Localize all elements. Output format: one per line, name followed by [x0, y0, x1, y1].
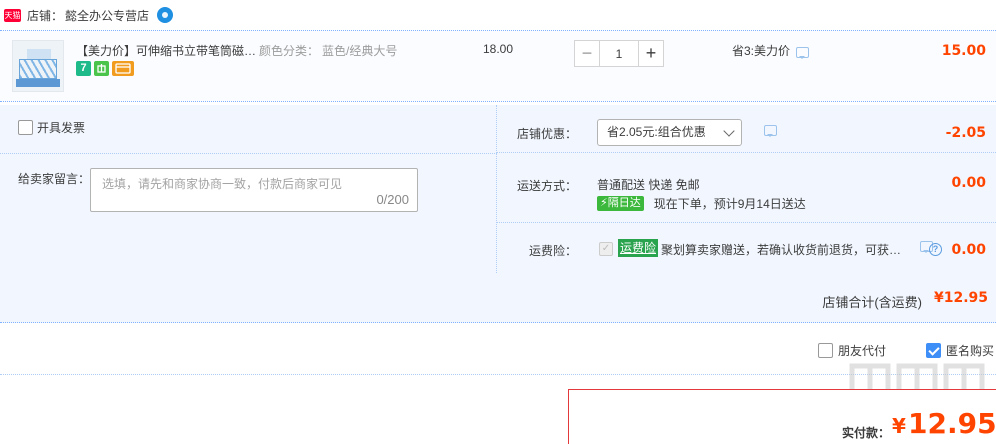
product-title-link[interactable]: 【美力价】可伸缩书立带笔筒磁… [76, 42, 256, 58]
product-thumbnail[interactable] [12, 40, 64, 92]
shipping-method: 普通配送 快递 免邮 [597, 178, 700, 192]
sku-label: 颜色分类： [259, 44, 320, 58]
lightning-icon: ⚡ [600, 197, 608, 209]
shop-header: 天猫 店铺： 懿全办公专营店 [0, 0, 996, 30]
credit-card-icon[interactable] [112, 61, 134, 76]
shop-name-link[interactable]: 懿全办公专营店 [65, 7, 149, 24]
shipping-row: 运送方式： 普通配送 快递 免邮 ⚡隔日达 现在下单，预计9月14日送达 0.0… [497, 153, 996, 223]
help-icon[interactable]: ? [929, 243, 942, 256]
thumbnail-shape-base [16, 79, 60, 87]
shipping-amount: 0.00 [951, 175, 986, 191]
chevron-down-icon [723, 125, 735, 137]
next-day-label: 隔日达 [607, 197, 641, 209]
friend-pay-checkbox[interactable] [818, 343, 833, 358]
discount-label: 店铺优惠： [516, 127, 577, 141]
promo-text: 省3:美力价 [732, 44, 791, 58]
anonymous-option[interactable]: 匿名购买 [926, 342, 994, 359]
anonymous-checkbox[interactable] [926, 343, 941, 358]
thumbnail-shape-top [27, 49, 51, 59]
pay-label: 实付款： [842, 426, 891, 440]
insurance-amount: 0.00 [951, 242, 986, 258]
discount-select[interactable]: 省2.05元:组合优惠 [597, 119, 742, 146]
checkout-page: 天猫 店铺： 懿全办公专营店 【美力价】可伸缩书立带笔筒磁… 颜色分类： 蓝色/经… [0, 0, 996, 444]
buyer-options: 开具发票 给卖家留言： 选填，请先和商家协商一致，付款后商家可见 0/200 [0, 105, 497, 273]
pay-currency: ¥ [892, 414, 906, 438]
item-promo: 省3:美力价 [732, 42, 810, 59]
invoice-checkbox[interactable] [18, 120, 33, 135]
quantity-decrease-button[interactable]: − [574, 40, 600, 67]
message-char-count: 0/200 [376, 192, 409, 207]
quantity-input[interactable] [600, 40, 638, 67]
seven-day-return-icon[interactable]: 7 [76, 61, 91, 76]
order-item-row: 【美力价】可伸缩书立带笔筒磁… 颜色分类：蓝色/经典大号 7 18.00 − +… [0, 30, 996, 102]
pay-amount: 12.95 [908, 407, 996, 440]
message-placeholder: 选填，请先和商家协商一致，付款后商家可见 [102, 177, 343, 191]
promo-comment-icon[interactable] [796, 47, 810, 59]
insurance-description: 聚划算卖家赠送，若确认收货前退货，可获… [661, 243, 901, 257]
discount-comment-icon[interactable] [764, 125, 777, 137]
insurance-label: 运费险： [528, 244, 577, 258]
insurance-row: 运费险： ✓ 运费险 聚划算卖家赠送，若确认收货前退货，可获… ? 0.00 [497, 223, 996, 273]
payment-summary: 实付款： ¥ 12.95 [568, 389, 996, 444]
message-label: 给卖家留言： [18, 172, 91, 186]
anonymous-label: 匿名购买 [946, 344, 995, 358]
next-day-badge: ⚡隔日达 [597, 196, 644, 211]
wangwang-chat-icon[interactable] [157, 7, 174, 23]
service-badges: 7 [76, 61, 134, 76]
friend-pay-label: 朋友代付 [838, 344, 887, 358]
insurance-tag-link[interactable]: 运费险 [618, 239, 659, 257]
product-sku: 颜色分类： 蓝色/经典大号 [259, 42, 397, 59]
card-svg [115, 63, 131, 74]
shipping-eta: ⚡隔日达 现在下单，预计9月14日送达 [597, 195, 806, 212]
store-total-row: 店铺合计(含运费) ¥12.95 [0, 273, 996, 323]
gift-svg [97, 64, 106, 73]
thumbnail-shape-rack [19, 59, 57, 79]
gift-service-icon[interactable] [94, 61, 109, 76]
sku-value: 蓝色/经典大号 [322, 44, 398, 58]
tmall-icon: 天猫 [4, 8, 21, 22]
discount-amount: -2.05 [945, 125, 986, 141]
divider [0, 153, 497, 154]
invoice-option[interactable]: 开具发票 [18, 119, 85, 136]
shop-label: 店铺： [27, 8, 64, 23]
insurance-checkbox: ✓ [599, 242, 613, 256]
friend-pay-option[interactable]: 朋友代付 [818, 342, 886, 359]
unit-price: 18.00 [483, 42, 514, 56]
quantity-stepper: − + [574, 40, 664, 67]
shipping-eta-text: 现在下单，预计9月14日送达 [653, 197, 806, 211]
store-discount-row: 店铺优惠： 省2.05元:组合优惠 -2.05 [497, 105, 996, 153]
invoice-label: 开具发票 [37, 121, 86, 135]
item-total-price: 15.00 [941, 43, 986, 59]
quantity-increase-button[interactable]: + [638, 40, 664, 67]
store-total-amount: ¥12.95 [933, 290, 988, 306]
shipping-label: 运送方式： [516, 179, 577, 193]
discount-selected-value: 省2.05元:组合优惠 [607, 125, 706, 139]
seller-message-input[interactable]: 选填，请先和商家协商一致，付款后商家可见 0/200 [90, 168, 418, 212]
store-total-label: 店铺合计(含运费) [822, 295, 922, 310]
order-options: 开具发票 给卖家留言： 选填，请先和商家协商一致，付款后商家可见 0/200 店… [0, 105, 996, 323]
